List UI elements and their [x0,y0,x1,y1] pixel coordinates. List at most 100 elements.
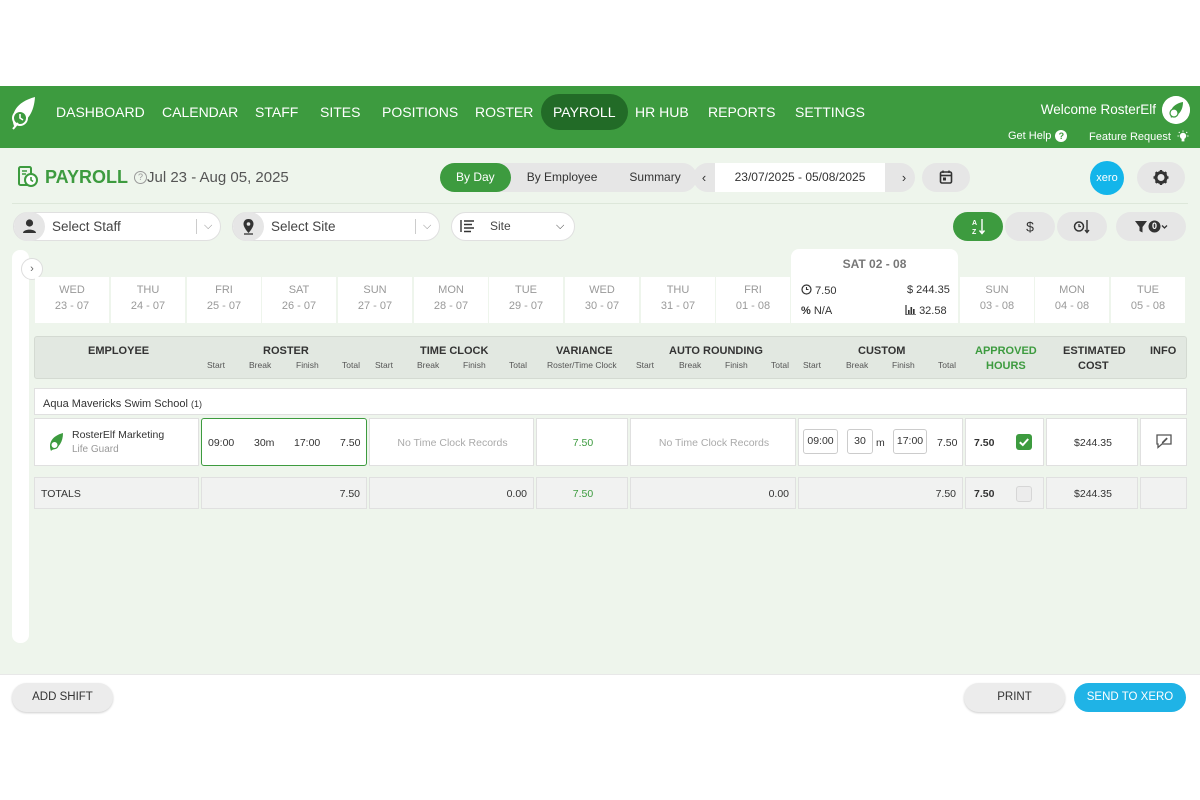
column-roster: ROSTER [263,345,309,357]
svg-text:A: A [972,220,977,227]
chevron-down-icon: ⌵ [204,220,213,232]
nav-settings[interactable]: SETTINGS [783,94,877,130]
help-icon[interactable]: ? [134,170,148,184]
day-date: 23 - 07 [54,300,90,312]
info-cell[interactable] [1140,418,1187,466]
subcolumn-total: Total [509,360,527,370]
side-panel-rail [12,250,29,643]
day-tab[interactable]: MON 28 - 07 [414,277,488,323]
day-name: SUN [363,284,387,296]
custom-start-input[interactable]: 09:00 [803,429,838,454]
xero-button[interactable]: xero [1090,161,1124,195]
get-help-link[interactable]: Get Help? [1008,130,1068,143]
staff-filter[interactable]: Select Staff ⌵ [13,212,221,241]
day-name: SUN [985,284,1009,296]
nav-roster[interactable]: ROSTER [463,94,545,130]
totals-approved-checkbox[interactable] [1016,486,1032,502]
employee-cell[interactable]: RosterElf Marketing Life Guard [34,418,199,466]
day-tab[interactable]: MON 04 - 08 [1035,277,1109,323]
roster-finish: 17:00 [294,437,321,449]
subcolumn-total: Total [342,360,360,370]
previous-period-button[interactable]: ‹ [693,163,715,192]
variance-cell: 7.50 [536,418,628,466]
nav-dashboard[interactable]: DASHBOARD [44,94,157,130]
day-tab[interactable]: FRI 25 - 07 [187,277,261,323]
site-filter-placeholder: Select Site [271,219,336,234]
totals-approved: 7.50 [974,488,995,500]
day-name: THU [136,284,160,296]
totals-approved-cell: 7.50 [965,477,1044,509]
table-header [34,336,1187,379]
day-tab[interactable]: TUE 05 - 08 [1111,277,1185,323]
nav-staff[interactable]: STAFF [243,94,310,130]
day-date: 30 - 07 [584,300,620,312]
date-range-value[interactable]: 23/07/2025 - 05/08/2025 [715,163,885,192]
auto-rounding-cell: No Time Clock Records [630,418,796,466]
column-approved: APPROVED [975,345,1037,357]
rosterelf-logo-icon[interactable] [8,94,38,132]
column-estimated-cost: COST [1078,360,1109,372]
site-group-label: Aqua Mavericks Swim School [43,398,188,410]
day-date: 27 - 07 [357,300,393,312]
sort-az-icon: A Z [972,219,986,236]
day-tab-selected[interactable]: SAT 02 - 08 7.50 $ 244.35 % N/A 32.58 [791,249,958,323]
subcolumn-break: Break [249,360,272,370]
roster-total: 7.50 [340,437,361,449]
group-by-select[interactable]: Site ⌵ [451,212,575,241]
employee-role: Life Guard [72,444,119,455]
sort-button[interactable]: A Z [953,212,1003,241]
nav-reports[interactable]: REPORTS [696,94,787,130]
site-group-row[interactable]: Aqua Mavericks Swim School (1) [34,388,1187,415]
tab-summary[interactable]: Summary [613,163,696,192]
day-name: FRI [744,284,762,296]
tab-by-employee[interactable]: By Employee [511,163,614,192]
nav-sites[interactable]: SITES [308,94,372,130]
column-time-clock: TIME CLOCK [420,345,489,357]
day-tab[interactable]: TUE 29 - 07 [489,277,563,323]
add-shift-button[interactable]: ADD SHIFT [12,683,113,712]
feature-request-link[interactable]: Feature Request [1089,130,1190,144]
send-to-xero-button[interactable]: SEND TO XERO [1074,683,1186,712]
column-employee: EMPLOYEE [88,345,150,357]
user-avatar[interactable] [1162,96,1190,124]
totals-time-clock: 0.00 [506,488,527,500]
day-tab[interactable]: WED 23 - 07 [35,277,109,323]
filter-button[interactable]: 0 [1116,212,1186,241]
roster-cell[interactable]: 09:00 30m 17:00 7.50 [201,418,367,466]
day-name: TUE [515,284,537,296]
time-sort-button[interactable] [1057,212,1107,241]
day-tab[interactable]: THU 31 - 07 [641,277,715,323]
day-tab[interactable]: THU 24 - 07 [111,277,185,323]
day-hours-stat: 7.50 [801,284,836,297]
custom-finish-input[interactable]: 17:00 [893,429,927,454]
day-tab[interactable]: WED 30 - 07 [565,277,639,323]
time-clock-cell: No Time Clock Records [369,418,534,466]
settings-button[interactable] [1137,162,1185,193]
nav-payroll[interactable]: PAYROLL [541,94,628,130]
nav-hr-hub[interactable]: HR HUB [623,94,701,130]
welcome-text: Welcome RosterElf [1040,102,1156,117]
payroll-icon [18,166,38,187]
gear-icon [1153,170,1169,185]
totals-label: TOTALS [41,488,81,500]
calendar-button[interactable] [922,163,970,192]
next-period-button[interactable]: › [893,163,915,192]
day-tab[interactable]: SUN 03 - 08 [960,277,1034,323]
header-divider [12,203,1188,204]
nav-positions[interactable]: POSITIONS [370,94,470,130]
tab-by-day[interactable]: By Day [440,163,511,192]
print-button[interactable]: PRINT [964,683,1065,712]
approved-checkbox[interactable] [1016,434,1032,450]
day-tab[interactable]: FRI 01 - 08 [716,277,790,323]
nav-calendar[interactable]: CALENDAR [150,94,250,130]
day-tab[interactable]: SAT 26 - 07 [262,277,336,323]
subcolumn-start: Start [803,360,821,370]
day-tab[interactable]: SUN 27 - 07 [338,277,412,323]
cost-toggle-button[interactable]: $ [1005,212,1055,241]
cost-value: $244.35 [1074,437,1112,449]
day-date: 04 - 08 [1054,300,1090,312]
period-label: Jul 23 - Aug 05, 2025 [147,169,289,186]
site-filter[interactable]: Select Site ⌵ [232,212,440,241]
custom-break-input[interactable]: 30 [847,429,873,454]
totals-auto-rounding: 0.00 [768,488,789,500]
